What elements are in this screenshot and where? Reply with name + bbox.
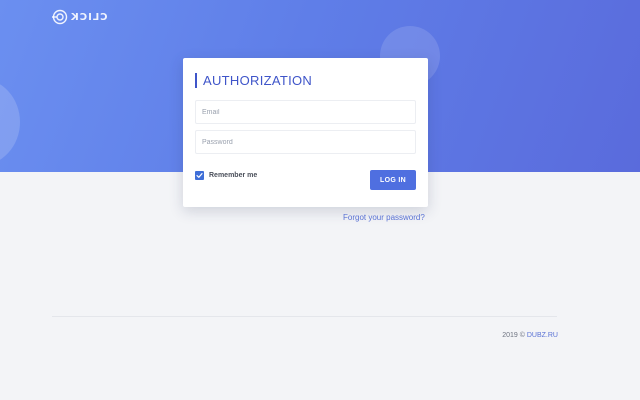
password-input[interactable] xyxy=(195,130,416,154)
target-icon xyxy=(52,9,68,25)
logo[interactable]: CLICK xyxy=(52,9,108,25)
login-card: AUTHORIZATION Remember me LOG IN xyxy=(183,58,428,207)
copyright-text: 2019 © xyxy=(502,332,525,339)
email-input[interactable] xyxy=(195,100,416,124)
login-button[interactable]: LOG IN xyxy=(370,170,416,190)
remember-checkbox[interactable] xyxy=(195,171,204,180)
footer: 2019 © DUBZ.RU xyxy=(472,332,558,339)
remember-me[interactable]: Remember me xyxy=(195,171,257,180)
card-title: AUTHORIZATION xyxy=(195,73,312,88)
logo-text: CLICK xyxy=(70,11,108,23)
decorative-circle-left xyxy=(0,78,20,166)
site-link[interactable]: DUBZ.RU xyxy=(527,332,558,339)
check-icon xyxy=(196,173,203,178)
forgot-password-link[interactable]: Forgot your password? xyxy=(343,213,425,222)
footer-divider xyxy=(52,316,557,317)
login-page: CLICK AUTHORIZATION Remember me LOG IN F… xyxy=(0,0,640,400)
remember-label: Remember me xyxy=(209,172,258,179)
